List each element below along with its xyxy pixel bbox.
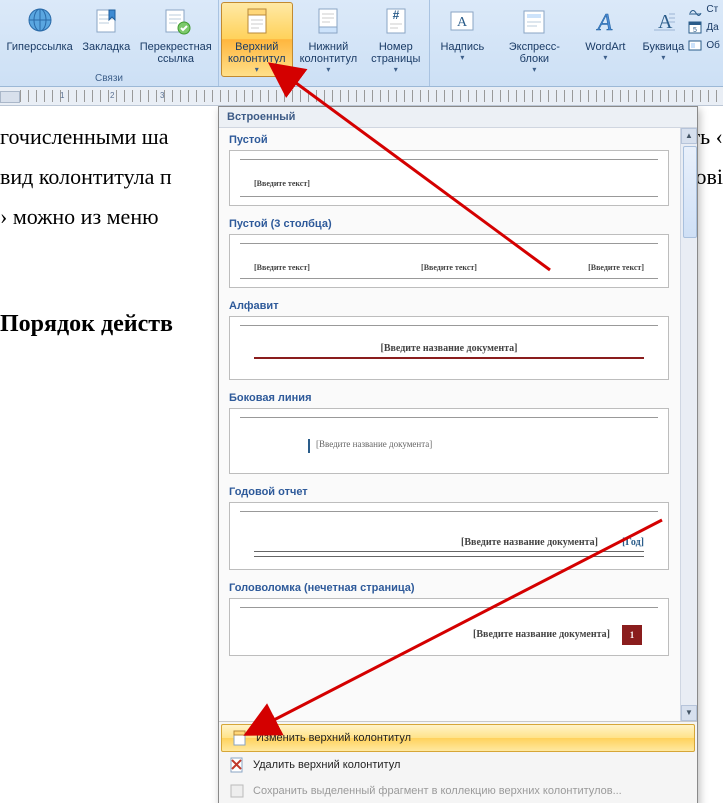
wordart-label: WordArt: [585, 41, 625, 53]
gallery-commands: Изменить верхний колонтитул Удалить верх…: [219, 721, 697, 803]
placeholder-text: [Введите текст]: [254, 263, 310, 272]
pagenum-icon: #: [379, 5, 413, 39]
dropcap-button[interactable]: A Буквица ▾: [634, 2, 692, 65]
footer-button[interactable]: Нижний колонтитул ▾: [293, 2, 365, 77]
document-area: гочисленными ша вид колонтитула п › можн…: [0, 106, 723, 803]
hyperlink-label: Гиперссылка: [7, 41, 73, 53]
footer-page-icon: [311, 5, 345, 39]
body-text-line: вид колонтитула п: [0, 164, 172, 190]
ribbon-group-headerfooter: Верхний колонтитул ▾ Нижний колонтитул ▾…: [219, 0, 430, 86]
chevron-down-icon: ▾: [255, 65, 259, 74]
signature-line-button[interactable]: Ст: [688, 2, 720, 16]
textbox-label: Надпись: [440, 41, 484, 53]
crossref-icon: [159, 5, 193, 39]
gallery-item-puzzle-odd[interactable]: [Введите название документа] 1: [229, 598, 669, 656]
gallery-scrollbar[interactable]: ▲ ▼: [680, 128, 697, 721]
datetime-button[interactable]: 5 Да: [688, 20, 720, 34]
header-label: Верхний колонтитул: [228, 41, 286, 65]
delete-header-label: Удалить верхний колонтитул: [253, 759, 400, 771]
textbox-icon: A: [445, 5, 479, 39]
gallery-item-alphabet[interactable]: [Введите название документа]: [229, 316, 669, 380]
chevron-down-icon: ▾: [532, 65, 536, 74]
page-badge: 1: [622, 625, 642, 645]
ribbon: Гиперссылка Закладка Перекрестная ссылка…: [0, 0, 723, 87]
dropcap-icon: A: [646, 5, 680, 39]
placeholder-text: [Введите название документа]: [316, 439, 432, 449]
crossref-label: Перекрестная ссылка: [140, 41, 212, 65]
horizontal-ruler[interactable]: 1 2 3: [0, 87, 723, 106]
gallery-item-three-col[interactable]: [Введите текст] [Введите текст] [Введите…: [229, 234, 669, 288]
wordart-button[interactable]: A WordArt ▾: [576, 2, 634, 65]
wordart-icon: A: [588, 5, 622, 39]
scroll-down-button[interactable]: ▼: [681, 705, 697, 721]
placeholder-text: [Введите текст]: [588, 263, 644, 272]
header-page-icon: [240, 5, 274, 39]
body-text-line: гочисленными ша: [0, 124, 168, 150]
dropcap-label: Буквица: [643, 41, 685, 53]
gallery-item-title: Головоломка (нечетная страница): [219, 576, 679, 596]
chevron-down-icon: ▾: [394, 65, 398, 74]
quickparts-icon: [517, 5, 551, 39]
footer-label: Нижний колонтитул: [300, 41, 358, 65]
gallery-item-title: Алфавит: [219, 294, 679, 314]
gallery-item-title: Пустой: [219, 128, 679, 148]
placeholder-text: [Введите название документа]: [230, 343, 668, 354]
gallery-item-title: Пустой (3 столбца): [219, 212, 679, 232]
edit-header-icon: [232, 730, 248, 746]
globe-icon: [23, 5, 57, 39]
ribbon-group-links: Гиперссылка Закладка Перекрестная ссылка…: [0, 0, 219, 86]
save-selection-command: Сохранить выделенный фрагмент в коллекци…: [219, 778, 697, 803]
svg-text:A: A: [596, 10, 613, 36]
pagenum-label: Номер страницы: [371, 41, 420, 65]
gallery-item-title: Годовой отчет: [219, 480, 679, 500]
header-gallery-dropdown: Встроенный Пустой [Введите текст] Пустой…: [218, 106, 698, 803]
save-gallery-icon: [229, 783, 245, 799]
bookmark-button[interactable]: Закладка: [77, 2, 135, 56]
scroll-up-button[interactable]: ▲: [681, 128, 697, 144]
delete-header-command[interactable]: Удалить верхний колонтитул: [219, 752, 697, 778]
header-button[interactable]: Верхний колонтитул ▾: [221, 2, 293, 77]
gallery-scroll-area: Пустой [Введите текст] Пустой (3 столбца…: [219, 128, 697, 721]
bookmark-label: Закладка: [82, 41, 130, 53]
chevron-down-icon: ▾: [661, 53, 665, 62]
quickparts-button[interactable]: Экспресс-блоки ▾: [492, 2, 576, 77]
textbox-button[interactable]: A Надпись ▾: [432, 2, 492, 65]
ribbon-group-text: A Надпись ▾ Экспресс-блоки ▾ A WordArt ▾: [430, 0, 684, 86]
placeholder-text: [Введите текст]: [254, 179, 310, 188]
delete-header-icon: [229, 757, 245, 773]
gallery-item-annual[interactable]: [Введите название документа] [Год]: [229, 502, 669, 570]
bookmark-page-icon: [89, 5, 123, 39]
edit-header-command[interactable]: Изменить верхний колонтитул: [221, 724, 695, 752]
placeholder-text: [Введите название документа]: [230, 537, 598, 548]
svg-text:#: #: [392, 8, 399, 22]
gallery-section-builtin: Встроенный: [219, 107, 697, 128]
placeholder-text: [Введите название документа]: [473, 629, 610, 640]
chevron-down-icon: ▾: [603, 53, 607, 62]
scroll-thumb[interactable]: [683, 146, 697, 238]
chevron-down-icon: ▾: [460, 53, 464, 62]
chevron-down-icon: ▾: [326, 65, 330, 74]
hyperlink-button[interactable]: Гиперссылка: [2, 2, 77, 56]
svg-text:5: 5: [693, 27, 697, 34]
pagenum-button[interactable]: # Номер страницы ▾: [364, 2, 427, 77]
ribbon-group-links-label: Связи: [2, 71, 216, 86]
placeholder-text: [Введите текст]: [421, 263, 477, 272]
body-heading: Порядок действ: [0, 311, 173, 338]
save-selection-label: Сохранить выделенный фрагмент в коллекци…: [253, 785, 622, 797]
quickparts-label: Экспресс-блоки: [499, 41, 569, 65]
crossref-button[interactable]: Перекрестная ссылка: [135, 2, 216, 68]
svg-text:A: A: [457, 15, 468, 30]
object-button[interactable]: Об: [688, 38, 720, 52]
gallery-item-title: Боковая линия: [219, 386, 679, 406]
placeholder-year: [Год]: [622, 537, 644, 548]
body-text-line: › можно из меню: [0, 204, 159, 230]
edit-header-label: Изменить верхний колонтитул: [256, 732, 411, 744]
gallery-item-sideline[interactable]: [Введите название документа]: [229, 408, 669, 474]
gallery-item-empty[interactable]: [Введите текст]: [229, 150, 669, 206]
